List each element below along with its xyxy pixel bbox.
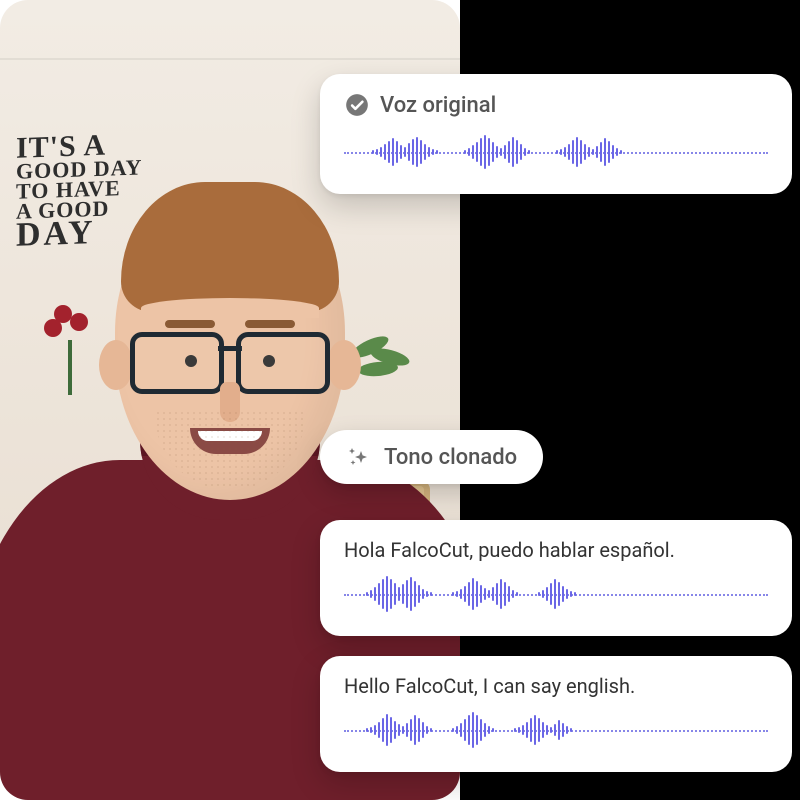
- waveform-es: [344, 572, 768, 616]
- check-circle-icon: [344, 92, 370, 118]
- clip-en-card: Hello FalcoCut, I can say english.: [320, 656, 792, 772]
- clip-es-card: Hola FalcoCut, puedo hablar español.: [320, 520, 792, 636]
- waveform-en: [344, 708, 768, 752]
- voice-original-title: Voz original: [380, 93, 496, 118]
- voice-original-card: Voz original: [320, 74, 792, 194]
- clip-es-text: Hola FalcoCut, puedo hablar español.: [344, 538, 768, 562]
- feature-illustration: IT'S A GOOD DAY TO HAVE A GOOD DAY: [0, 0, 800, 800]
- cloned-tone-title: Tono clonado: [384, 445, 517, 470]
- sparkles-icon: [346, 444, 372, 470]
- cloned-tone-chip: Tono clonado: [320, 430, 543, 484]
- waveform-original: [344, 130, 768, 174]
- clip-en-text: Hello FalcoCut, I can say english.: [344, 674, 768, 698]
